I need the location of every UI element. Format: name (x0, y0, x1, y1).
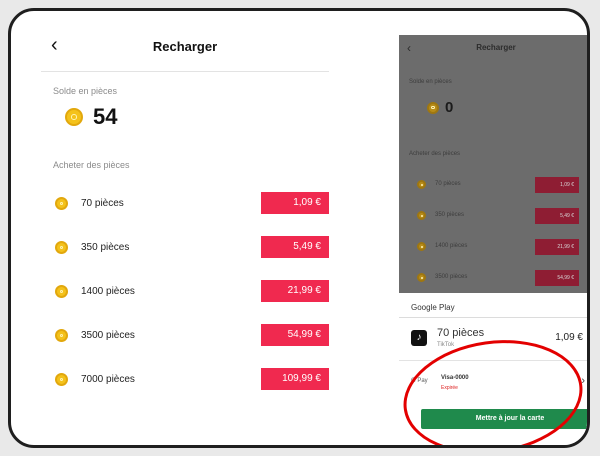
package-list: 70 pièces 1,09 € 350 pièces 5,49 € 1400 … (35, 192, 335, 392)
coin-icon (55, 241, 68, 254)
coin-icon (417, 242, 426, 251)
coin-icon (55, 329, 68, 342)
balance-row: 0 (427, 99, 453, 116)
price-button[interactable]: 21,99 € (535, 239, 579, 255)
package-item[interactable]: 70 pièces 1,09 € (35, 192, 335, 216)
package-name: 7000 pièces (81, 374, 135, 385)
coin-icon (55, 197, 68, 210)
item-subtitle: TikTok (437, 342, 455, 348)
price-button[interactable]: 5,49 € (535, 208, 579, 224)
screenshot-frame: ‹ Recharger Solde en pièces 54 Acheter d… (8, 8, 590, 448)
package-item[interactable]: 7000 pièces 109,99 € (35, 368, 335, 392)
coin-icon (65, 108, 83, 126)
item-price: 1,09 € (555, 332, 583, 343)
package-name: 70 pièces (81, 198, 124, 209)
price-button[interactable]: 21,99 € (261, 280, 329, 302)
package-item[interactable]: 3500 pièces 54,99 € (35, 324, 335, 348)
dimmed-recharge-page: ‹ Recharger Solde en pièces 0 Acheter de… (399, 35, 587, 293)
coin-icon (417, 211, 426, 220)
item-title: 70 pièces (437, 327, 485, 339)
price-button[interactable]: 54,99 € (261, 324, 329, 346)
balance-label: Solde en pièces (409, 79, 452, 85)
header: ‹ Recharger (35, 29, 335, 65)
google-play-label: Google Play (411, 303, 455, 312)
coin-icon (417, 273, 426, 282)
balance-label: Solde en pièces (53, 86, 118, 96)
price-button[interactable]: 1,09 € (261, 192, 329, 214)
balance-value: 0 (445, 99, 454, 116)
balance-value: 54 (93, 104, 118, 129)
package-name: 3500 pièces (435, 274, 468, 280)
package-item[interactable]: 70 pièces 1,09 € (417, 177, 587, 193)
price-button[interactable]: 109,99 € (261, 368, 329, 390)
package-item[interactable]: 350 pièces 5,49 € (417, 208, 587, 224)
package-item[interactable]: 1400 pièces 21,99 € (35, 280, 335, 304)
package-name: 350 pièces (435, 212, 465, 218)
price-button[interactable]: 1,09 € (535, 177, 579, 193)
sheet-divider (399, 317, 587, 318)
coin-icon (55, 285, 68, 298)
package-name: 350 pièces (81, 242, 130, 253)
page-title: Recharger (152, 39, 218, 54)
tiktok-icon: ♪ (411, 330, 427, 346)
package-item[interactable]: 3500 pièces 54,99 € (417, 270, 587, 286)
package-name: 1400 pièces (81, 286, 135, 297)
recharge-page: ‹ Recharger Solde en pièces 54 Acheter d… (35, 29, 335, 392)
header-divider (41, 71, 329, 72)
package-name: 3500 pièces (81, 330, 135, 341)
buy-coins-label: Acheter des pièces (409, 151, 461, 157)
package-item[interactable]: 1400 pièces 21,99 € (417, 239, 587, 255)
header: ‹ Recharger (399, 35, 587, 61)
coin-icon (55, 373, 68, 386)
package-name: 70 pièces (435, 181, 461, 187)
package-name: 1400 pièces (435, 243, 468, 249)
price-button[interactable]: 54,99 € (535, 270, 579, 286)
buy-coins-label: Acheter des pièces (53, 160, 130, 170)
coin-icon (417, 180, 426, 189)
price-button[interactable]: 5,49 € (261, 236, 329, 258)
balance-row: 54 (65, 104, 335, 130)
page-title: Recharger (476, 43, 516, 52)
coin-icon (427, 101, 439, 114)
package-item[interactable]: 350 pièces 5,49 € (35, 236, 335, 260)
